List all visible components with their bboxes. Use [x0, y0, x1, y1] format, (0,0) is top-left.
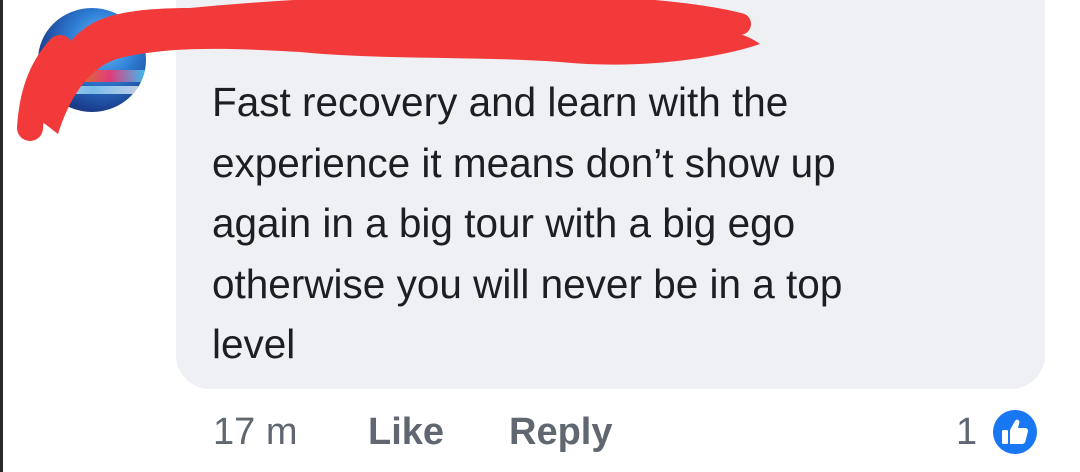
comment-line: again in a big tour with a big ego	[212, 200, 796, 246]
comment-actions: 17 m Like Reply 1	[0, 400, 1080, 460]
comment-line: otherwise you will never be in a top	[212, 260, 843, 307]
avatar-graphic-highlight	[48, 86, 138, 94]
thumbs-up-icon[interactable]	[987, 404, 1043, 460]
avatar-graphic	[38, 70, 146, 82]
timestamp: 17 m	[213, 411, 298, 453]
comment-line: experience it means don’t show up	[212, 139, 836, 186]
reply-button[interactable]: Reply	[509, 410, 612, 454]
like-button[interactable]: Like	[368, 410, 444, 454]
avatar[interactable]	[38, 8, 146, 112]
comment-text: Fast recovery and learn with the experie…	[212, 72, 1012, 375]
comment-screenshot: Fast recovery and learn with the experie…	[0, 0, 1080, 472]
comment-line: Fast recovery and learn with the	[212, 79, 789, 125]
reaction-count[interactable]: 1	[956, 410, 977, 454]
comment-line: level	[212, 321, 296, 367]
